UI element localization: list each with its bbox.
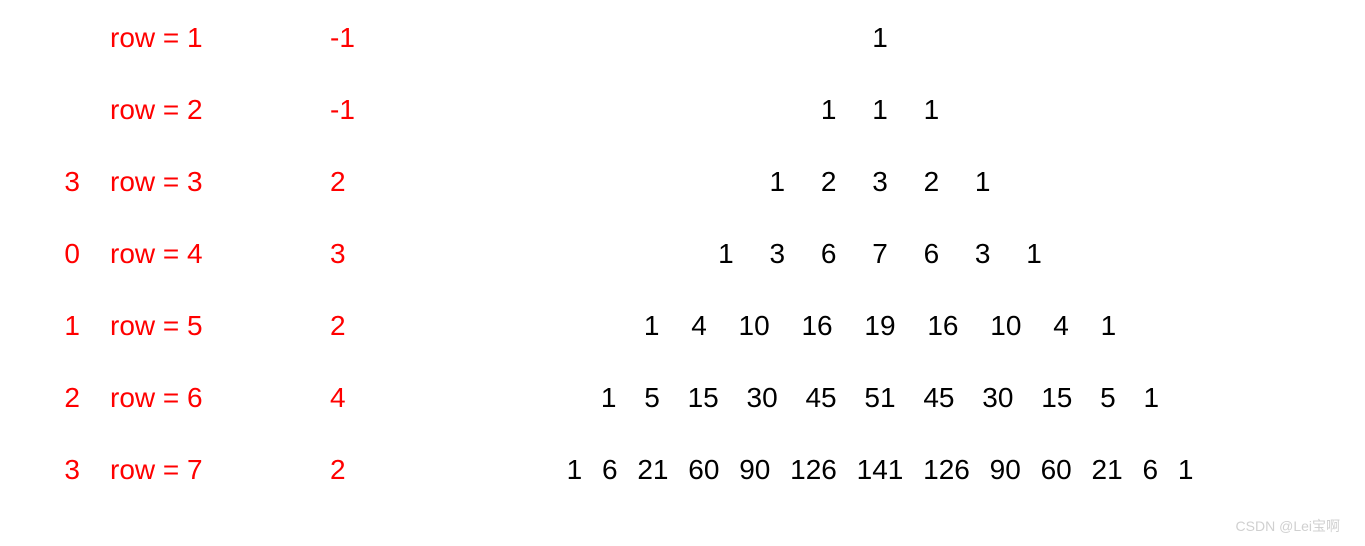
cell: 60: [682, 454, 725, 486]
cell: 5: [634, 382, 670, 414]
cell: 2: [910, 166, 954, 198]
row-label-2: row = 2: [110, 94, 330, 126]
cell: 60: [1035, 454, 1078, 486]
triangle-row-5: 1 row = 5 2 1 4 10 16 19 16 10 4 1: [20, 308, 1345, 344]
mid-number-5: 2: [330, 310, 415, 342]
cell: 6: [1136, 454, 1164, 486]
cell: 2: [807, 166, 851, 198]
row-label-3: row = 3: [110, 166, 330, 198]
left-number-3: 3: [20, 166, 110, 198]
cell: 16: [789, 310, 844, 342]
cell: 10: [727, 310, 782, 342]
cell: 1: [1012, 238, 1056, 270]
left-number-4: 0: [20, 238, 110, 270]
cell: 1: [910, 94, 954, 126]
triangle-row-3: 3 row = 3 2 1 2 3 2 1: [20, 164, 1345, 200]
cell: 90: [733, 454, 776, 486]
cell: 10: [978, 310, 1033, 342]
cell: 1: [1089, 310, 1129, 342]
cell: 1: [1172, 454, 1200, 486]
cell: 7: [858, 238, 902, 270]
cell: 16: [915, 310, 970, 342]
cell: 1: [1134, 382, 1170, 414]
row-label-5: row = 5: [110, 310, 330, 342]
cell: 15: [678, 382, 729, 414]
left-number-7: 3: [20, 454, 110, 486]
cell: 1: [858, 94, 902, 126]
left-number-6: 2: [20, 382, 110, 414]
triangle-cells-4: 1 3 6 7 6 3 1: [415, 238, 1345, 270]
row-label-6: row = 6: [110, 382, 330, 414]
row-label-1: row = 1: [110, 22, 330, 54]
cell: 21: [631, 454, 674, 486]
triangle-cells-3: 1 2 3 2 1: [415, 166, 1345, 198]
cell: 1: [561, 454, 589, 486]
mid-number-4: 3: [330, 238, 415, 270]
row-label-4: row = 4: [110, 238, 330, 270]
triangle-row-6: 2 row = 6 4 1 5 15 30 45 51 45 30 15 5 1: [20, 380, 1345, 416]
cell: 45: [795, 382, 846, 414]
triangle-cells-1: 1: [415, 22, 1345, 54]
cell: 1: [632, 310, 672, 342]
cell: 4: [1041, 310, 1081, 342]
cell: 45: [913, 382, 964, 414]
cell: 126: [917, 454, 976, 486]
triangle-cells-2: 1 1 1: [415, 94, 1345, 126]
cell: 3: [961, 238, 1005, 270]
mid-number-7: 2: [330, 454, 415, 486]
cell: 4: [679, 310, 719, 342]
triangle-cells-6: 1 5 15 30 45 51 45 30 15 5 1: [415, 382, 1345, 414]
cell: 15: [1031, 382, 1082, 414]
cell: 30: [972, 382, 1023, 414]
cell: 1: [591, 382, 627, 414]
cell: 1: [807, 94, 851, 126]
mid-number-3: 2: [330, 166, 415, 198]
cell: 1: [961, 166, 1005, 198]
cell: 3: [858, 166, 902, 198]
cell: 51: [854, 382, 905, 414]
triangle-row-1: row = 1 -1 1: [20, 20, 1345, 56]
triangle-cells-7: 1 6 21 60 90 126 141 126 90 60 21 6 1: [415, 454, 1345, 486]
watermark: CSDN @Lei宝啊: [1236, 516, 1340, 536]
left-number-5: 1: [20, 310, 110, 342]
cell: 141: [851, 454, 910, 486]
cell: 6: [910, 238, 954, 270]
triangle-row-2: row = 2 -1 1 1 1: [20, 92, 1345, 128]
cell: 6: [596, 454, 624, 486]
cell: 1: [755, 166, 799, 198]
triangle-row-7: 3 row = 7 2 1 6 21 60 90 126 141 126 90 …: [20, 452, 1345, 488]
mid-number-1: -1: [330, 22, 415, 54]
cell: 90: [984, 454, 1027, 486]
triangle-cells-5: 1 4 10 16 19 16 10 4 1: [415, 310, 1345, 342]
row-label-7: row = 7: [110, 454, 330, 486]
cell: 1: [704, 238, 748, 270]
cell: 3: [755, 238, 799, 270]
cell: 5: [1090, 382, 1126, 414]
cell: 30: [737, 382, 788, 414]
mid-number-2: -1: [330, 94, 415, 126]
cell: 126: [784, 454, 843, 486]
cell: 6: [807, 238, 851, 270]
cell: 21: [1086, 454, 1129, 486]
triangle-row-4: 0 row = 4 3 1 3 6 7 6 3 1: [20, 236, 1345, 272]
cell: 19: [852, 310, 907, 342]
cell: 1: [858, 22, 902, 54]
mid-number-6: 4: [330, 382, 415, 414]
